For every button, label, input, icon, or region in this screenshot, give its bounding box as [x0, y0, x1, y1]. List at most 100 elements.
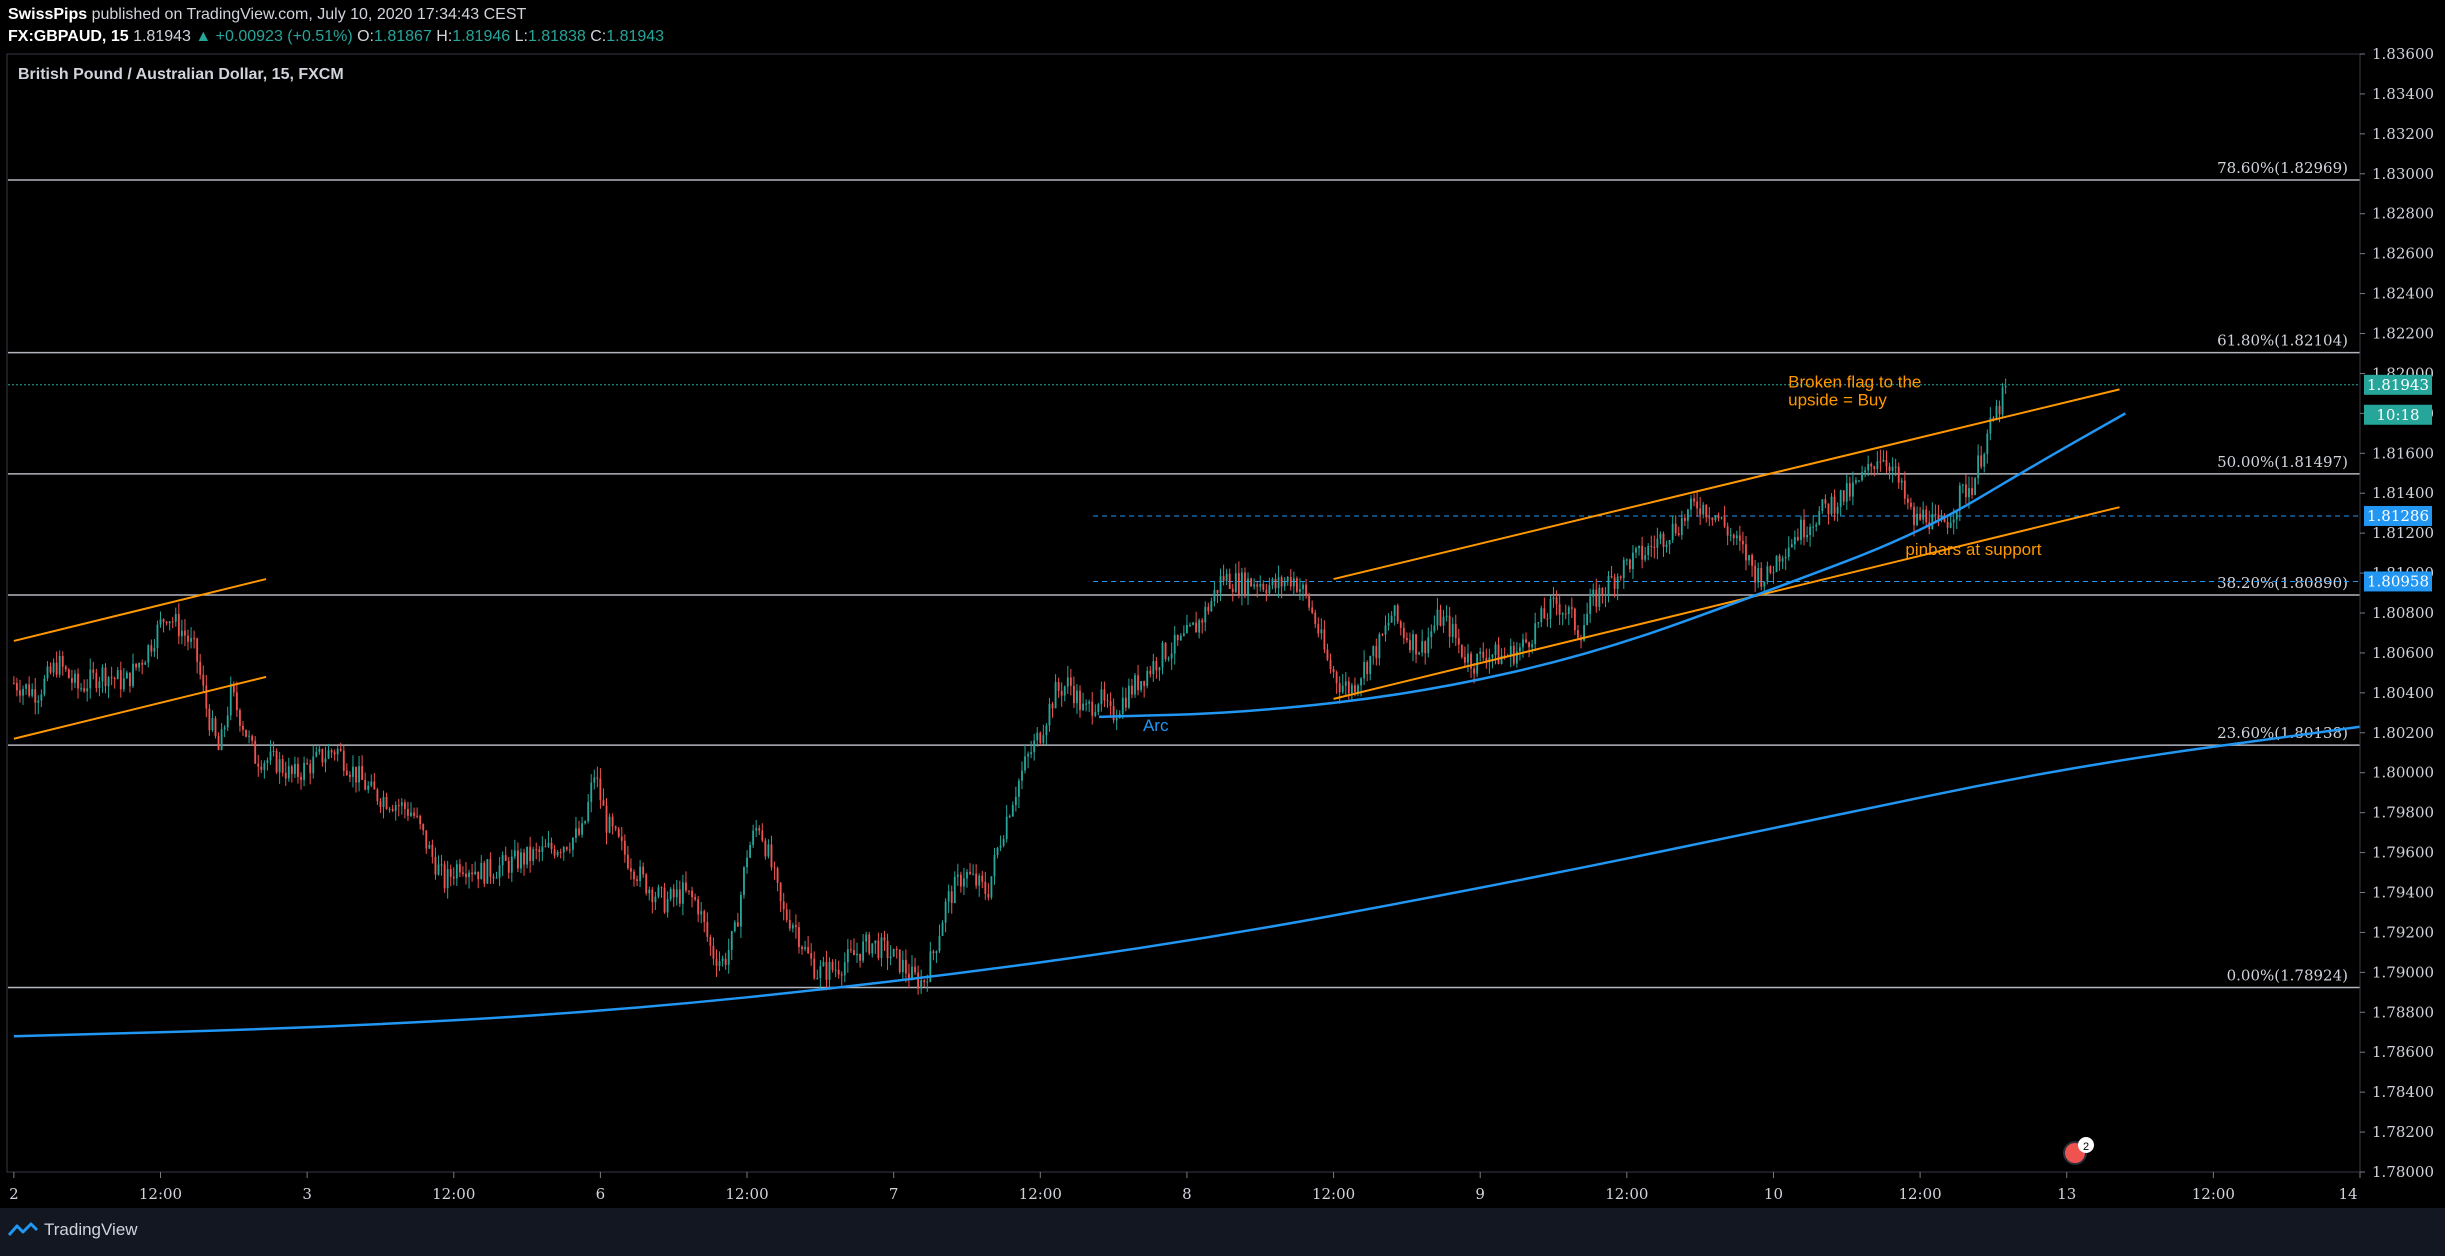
candle-body — [477, 871, 480, 880]
candle-body — [608, 816, 611, 833]
candle-body — [1528, 642, 1530, 648]
y-tick-label: 1.81400 — [2372, 484, 2434, 502]
candle-body — [904, 959, 907, 974]
candle-body — [1855, 480, 1857, 483]
candle-body — [1931, 514, 1934, 530]
plot-frame — [6, 53, 2361, 1173]
candle-body — [1665, 544, 1668, 548]
candle-body — [1008, 816, 1011, 818]
candle-body — [1674, 523, 1677, 534]
candle-body — [385, 796, 388, 809]
candle-body — [1540, 608, 1543, 623]
candle-body — [868, 934, 871, 954]
candle-body — [944, 901, 947, 923]
tradingview-logo[interactable]: TradingView — [8, 1220, 138, 1240]
candle-body — [364, 779, 367, 790]
candle-body — [74, 673, 76, 683]
candle-body — [1601, 587, 1604, 596]
candle-body — [226, 715, 229, 728]
candle-body — [840, 974, 843, 976]
candle-body — [1879, 461, 1882, 463]
candle-body — [43, 678, 46, 695]
candle-body — [755, 828, 758, 831]
candle-body — [196, 638, 199, 662]
y-tick-label: 1.82800 — [2372, 205, 2434, 223]
candle-body — [1213, 590, 1216, 602]
candle-body — [1900, 480, 1903, 483]
candle-body — [651, 889, 654, 903]
candle-body — [287, 766, 290, 779]
candle-body — [434, 856, 437, 875]
candle-body — [660, 887, 663, 889]
candle-body — [110, 677, 113, 679]
candle-body — [107, 677, 110, 687]
candle-body — [1549, 599, 1552, 619]
candle-body — [966, 871, 968, 879]
candle-body — [1375, 646, 1378, 659]
candle-body — [1613, 577, 1616, 589]
candle-body — [498, 865, 501, 878]
candle-body — [1598, 587, 1601, 607]
candle-body — [1265, 589, 1268, 594]
candle-body — [1800, 519, 1802, 541]
candle-body — [28, 684, 31, 696]
candle-body — [871, 943, 874, 954]
candle-body — [342, 750, 345, 771]
x-tick-label: 12:00 — [2192, 1185, 2235, 1203]
candle-body — [1851, 482, 1854, 497]
candle-body — [446, 869, 449, 889]
candle-body — [239, 710, 241, 726]
candle-body — [663, 887, 666, 913]
candle-body — [1057, 682, 1060, 691]
candle-body — [880, 937, 883, 958]
price-axis[interactable]: 1.78000 1.78200 1.78400 1.78600 1.78800 1.790… — [2359, 45, 2434, 1181]
candle-body — [1567, 607, 1570, 615]
candle-body — [220, 729, 223, 751]
candle-body — [758, 828, 761, 831]
candle-body — [397, 805, 400, 807]
candle-body — [1742, 540, 1744, 545]
time-axis[interactable]: 2 12:00 3 12:00 6 12:00 7 12:00 8 12:00 9 12:00 10 12… — [8, 1171, 2361, 1203]
candle-body — [1815, 524, 1818, 527]
candle-body — [688, 890, 690, 892]
events-badge[interactable]: 2 — [2063, 1137, 2094, 1165]
candle-body — [1121, 697, 1124, 714]
y-tick-label: 1.80800 — [2372, 604, 2434, 622]
candle-body — [969, 871, 971, 874]
candle-body — [425, 830, 428, 849]
trendline — [1333, 506, 2120, 700]
candle-body — [141, 663, 144, 665]
candle-body — [272, 750, 275, 752]
candle-body — [1693, 498, 1695, 502]
candle-body — [458, 864, 461, 873]
candle-body — [568, 849, 571, 851]
y-tick-label: 1.78800 — [2372, 1003, 2434, 1021]
candle-body — [935, 951, 938, 954]
candle-body — [831, 961, 834, 970]
candle-body — [978, 875, 981, 886]
candle-body — [315, 751, 318, 757]
candle-body — [1186, 625, 1188, 634]
candle-body — [336, 748, 339, 755]
candle-body — [1396, 605, 1399, 622]
candle-body — [1124, 697, 1127, 708]
candle-body — [116, 670, 119, 680]
candle-body — [1479, 651, 1482, 654]
y-tick-label: 1.78000 — [2372, 1163, 2434, 1181]
footer-bar — [0, 1208, 2445, 1256]
price-chart[interactable]: 78.60%(1.82969) 61.80%(1.82104) 50.00%(1.8… — [0, 0, 2445, 1208]
candle-body — [1109, 701, 1112, 707]
candle-body — [1069, 677, 1072, 686]
fib-levels: 78.60%(1.82969) 61.80%(1.82104) 50.00%(1.8… — [8, 159, 2360, 989]
candle-body — [180, 630, 183, 637]
candle-body — [373, 781, 376, 790]
candle-body — [715, 958, 718, 966]
candle-body — [1760, 568, 1763, 587]
candle-body — [165, 621, 168, 624]
candle-body — [517, 850, 519, 869]
candle-body — [1705, 504, 1708, 518]
candle-body — [666, 899, 669, 913]
candle-body — [849, 949, 852, 951]
candle-body — [1164, 642, 1167, 660]
candle-body — [492, 876, 495, 879]
